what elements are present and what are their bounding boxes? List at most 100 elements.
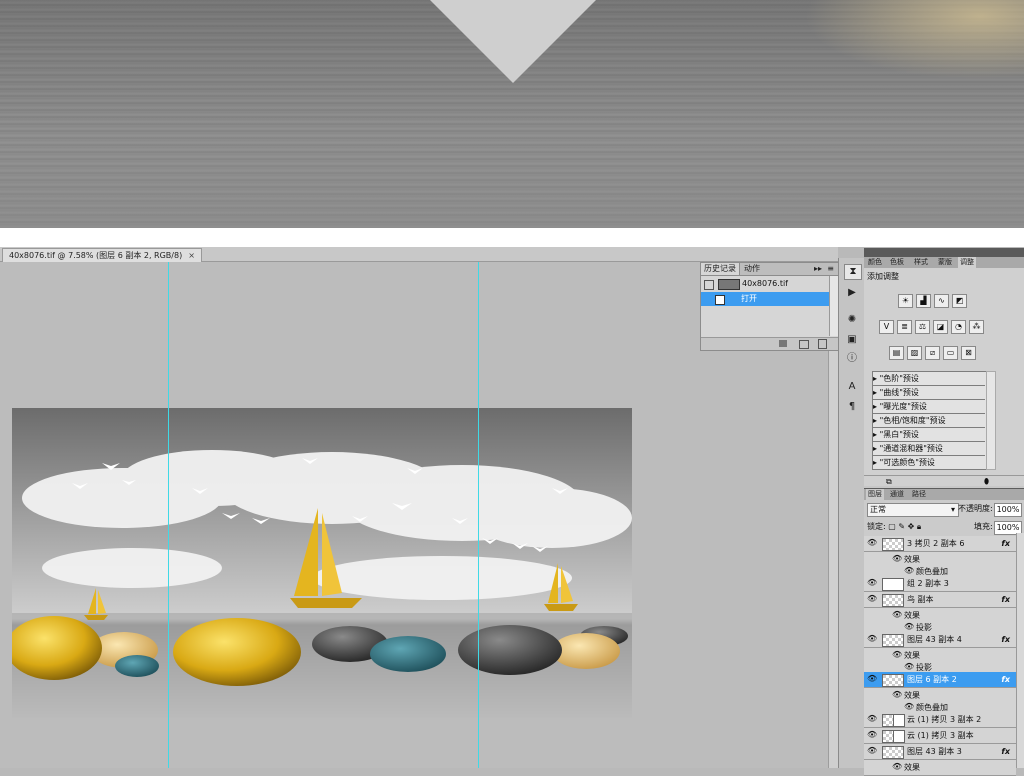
layer-name: 云 (1) 拷贝 3 副本: [907, 731, 974, 740]
lock-image-icon[interactable]: ✎: [898, 522, 905, 531]
lock-all-icon[interactable]: 🔒︎: [917, 522, 921, 531]
preset-item[interactable]: ▸ "色阶"预设: [873, 372, 985, 386]
color-balance-icon[interactable]: ⚖: [915, 320, 930, 334]
banner-image: [0, 0, 1024, 228]
posterize-icon[interactable]: ▨: [907, 346, 922, 360]
vibrance-icon[interactable]: V: [879, 320, 894, 334]
selective-color-icon[interactable]: ⊠: [961, 346, 976, 360]
eye-icon[interactable]: 👁︎: [867, 539, 877, 547]
preset-item[interactable]: ▸ "曲线"预设: [873, 386, 985, 400]
panel-options-icon[interactable]: ≡: [824, 263, 837, 275]
preset-item[interactable]: ▸ "可选颜色"预设: [873, 456, 985, 469]
layer-row[interactable]: 👁︎ 鸟 副本 fx: [864, 592, 1016, 608]
eye-icon[interactable]: 👁︎: [867, 747, 877, 755]
adjustments-icon[interactable]: ✺: [844, 313, 860, 327]
history-scrollbar[interactable]: [829, 276, 838, 336]
return-icon[interactable]: ⧉: [886, 477, 892, 487]
actions-icon[interactable]: ▶: [844, 286, 860, 300]
layer-row-selected[interactable]: 👁︎ 图层 6 副本 2 fx: [864, 672, 1016, 688]
eye-icon[interactable]: 👁︎: [904, 663, 914, 671]
masks-icon[interactable]: ▣: [844, 333, 860, 347]
tab-color[interactable]: 颜色: [866, 257, 884, 268]
document-tab[interactable]: 40x8076.tif @ 7.58% (图层 6 副本 2, RGB/8) ×: [2, 248, 202, 262]
tab-swatches[interactable]: 色板: [888, 257, 906, 268]
panel-icon-strip: ⧗ ▶ ✺ ▣ ⓘ A ¶: [838, 258, 866, 768]
eye-icon[interactable]: 👁︎: [867, 635, 877, 643]
history-item-open[interactable]: 打开: [701, 292, 829, 306]
guide-line-2[interactable]: [478, 262, 479, 768]
layers-scrollbar[interactable]: [1016, 533, 1024, 768]
tab-history[interactable]: 历史记录: [701, 263, 740, 275]
character-icon[interactable]: A: [844, 380, 860, 394]
preset-item[interactable]: ▸ "通道混和器"预设: [873, 442, 985, 456]
info-icon[interactable]: ⓘ: [844, 352, 860, 366]
guide-line-1[interactable]: [168, 262, 169, 768]
eye-icon[interactable]: 👁︎: [867, 715, 877, 723]
eye-icon[interactable]: 👁︎: [892, 691, 902, 699]
eye-icon[interactable]: 👁︎: [892, 611, 902, 619]
history-snapshot[interactable]: 40x8076.tif: [701, 277, 829, 291]
fx-icon[interactable]: fx: [1001, 672, 1010, 687]
levels-icon[interactable]: ▟: [916, 294, 931, 308]
eye-icon[interactable]: 👁︎: [867, 731, 877, 739]
opacity-input[interactable]: 100%: [994, 503, 1022, 517]
tab-adjustments[interactable]: 调整: [958, 257, 976, 268]
document-image[interactable]: [12, 408, 632, 718]
eye-icon[interactable]: 👁︎: [904, 567, 914, 575]
clip-icon[interactable]: ⬮: [984, 477, 989, 487]
layer-row[interactable]: 👁︎ 图层 43 副本 3 fx: [864, 744, 1016, 760]
layer-name: 3 拷贝 2 副本 6: [907, 539, 965, 548]
fx-icon[interactable]: fx: [1001, 536, 1010, 551]
brightness-contrast-icon[interactable]: ☀: [898, 294, 913, 308]
eye-icon[interactable]: 👁︎: [867, 579, 877, 587]
eye-icon[interactable]: 👁︎: [867, 675, 877, 683]
lock-position-icon[interactable]: ✥: [908, 522, 915, 531]
lock-transparency-icon[interactable]: ▢: [888, 522, 896, 531]
blend-mode-select[interactable]: 正常 ▾: [867, 503, 959, 517]
paragraph-icon[interactable]: ¶: [844, 400, 860, 414]
tab-channels[interactable]: 通道: [888, 489, 906, 500]
history-icon[interactable]: ⧗: [844, 264, 862, 280]
layer-row[interactable]: 👁︎ 图层 43 副本 4 fx: [864, 632, 1016, 648]
eye-icon[interactable]: 👁︎: [892, 763, 902, 771]
curves-icon[interactable]: ∿: [934, 294, 949, 308]
layer-row[interactable]: 👁︎ 云 (1) 拷贝 3 副本 2: [864, 712, 1016, 728]
fx-icon[interactable]: fx: [1001, 632, 1010, 647]
exposure-icon[interactable]: ◩: [952, 294, 967, 308]
tab-styles[interactable]: 样式: [912, 257, 930, 268]
gradient-map-icon[interactable]: ▭: [943, 346, 958, 360]
layer-thumbnail: [882, 594, 904, 607]
preset-item[interactable]: ▸ "黑白"预设: [873, 428, 985, 442]
preset-item[interactable]: ▸ "曝光度"预设: [873, 400, 985, 414]
close-icon[interactable]: ×: [188, 251, 195, 260]
panel-menu-icon[interactable]: ▸▸: [811, 263, 825, 275]
eye-icon[interactable]: 👁︎: [867, 595, 877, 603]
layer-row[interactable]: 👁︎ 组 2 副本 3: [864, 576, 1016, 592]
eye-icon[interactable]: 👁︎: [892, 651, 902, 659]
tab-masks[interactable]: 蒙版: [936, 257, 954, 268]
hue-saturation-icon[interactable]: ≣: [897, 320, 912, 334]
photo-filter-icon[interactable]: ◔: [951, 320, 966, 334]
black-white-icon[interactable]: ◪: [933, 320, 948, 334]
eye-icon[interactable]: 👁︎: [904, 623, 914, 631]
tab-paths[interactable]: 路径: [910, 489, 928, 500]
trash-icon[interactable]: [818, 339, 827, 349]
brush-source-icon[interactable]: [704, 280, 714, 290]
tab-layers[interactable]: 图层: [866, 489, 884, 500]
tab-actions[interactable]: 动作: [741, 263, 763, 275]
presets-scrollbar[interactable]: [986, 371, 996, 470]
camera-icon[interactable]: [799, 340, 809, 349]
layer-row[interactable]: 👁︎ 云 (1) 拷贝 3 副本: [864, 728, 1016, 744]
preset-item[interactable]: ▸ "色相/饱和度"预设: [873, 414, 985, 428]
fx-icon[interactable]: fx: [1001, 744, 1010, 759]
eye-icon[interactable]: 👁︎: [904, 703, 914, 711]
invert-icon[interactable]: ▤: [889, 346, 904, 360]
layer-effects-row[interactable]: 👁︎ 效果: [864, 760, 1016, 776]
layer-thumbnail: [882, 538, 904, 551]
fx-icon[interactable]: fx: [1001, 592, 1010, 607]
eye-icon[interactable]: 👁︎: [892, 555, 902, 563]
channel-mixer-icon[interactable]: ⁂: [969, 320, 984, 334]
layer-row[interactable]: 👁︎ 3 拷贝 2 副本 6 fx: [864, 536, 1016, 552]
threshold-icon[interactable]: ⧄: [925, 346, 940, 360]
new-document-icon[interactable]: [779, 340, 787, 347]
